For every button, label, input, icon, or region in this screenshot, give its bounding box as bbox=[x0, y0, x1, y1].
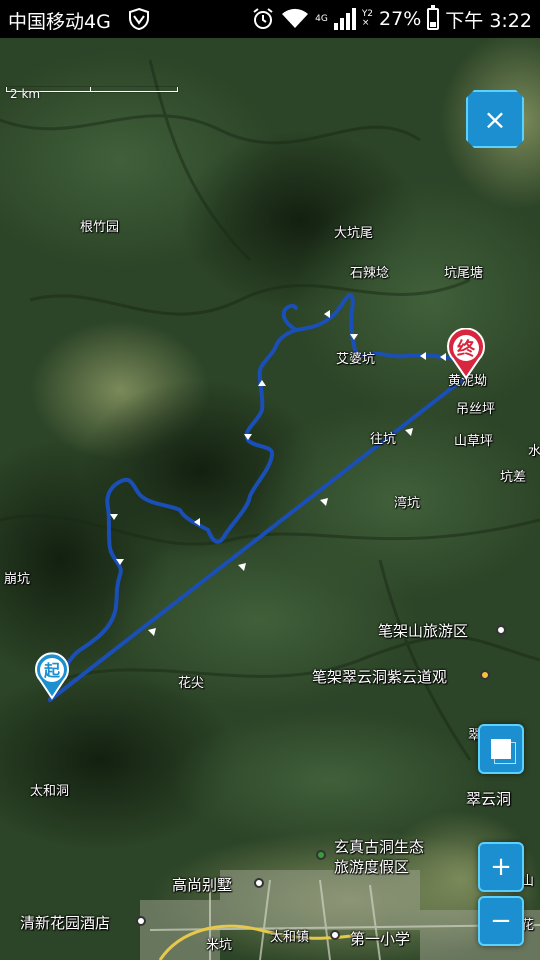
place-label: 花尖 bbox=[178, 676, 205, 691]
place-label: 高尚别墅 bbox=[172, 876, 233, 894]
place-label: 水 bbox=[528, 444, 540, 459]
place-label: 艾婆坑 bbox=[336, 352, 376, 367]
battery-percent: 27% bbox=[379, 8, 422, 30]
sim-indicator: Y2 × bbox=[361, 9, 374, 28]
start-marker-label: 起 bbox=[43, 661, 61, 680]
status-bar: 中国移动4G 4G Y2 × 27% 下午 3:22 bbox=[0, 0, 540, 38]
zoom-out-button[interactable]: − bbox=[478, 896, 524, 946]
poi-icon bbox=[330, 930, 340, 940]
poi-icon bbox=[496, 625, 506, 635]
start-marker[interactable]: 起 bbox=[34, 652, 70, 704]
hotel-icon bbox=[136, 916, 146, 926]
end-pin-icon: 终 bbox=[447, 327, 485, 380]
layers-icon bbox=[491, 739, 516, 764]
place-label: 坑尾塘 bbox=[444, 266, 484, 281]
zoom-in-button[interactable]: + bbox=[478, 842, 524, 892]
shield-icon bbox=[129, 7, 149, 31]
end-marker-label: 终 bbox=[457, 338, 476, 360]
place-label: 湾坑 bbox=[394, 496, 421, 511]
battery-icon bbox=[427, 5, 440, 30]
close-button[interactable]: × bbox=[466, 90, 524, 148]
wifi-icon bbox=[282, 8, 309, 28]
place-label: 太和洞 bbox=[30, 784, 70, 799]
hotel-label: 清新花园酒店 bbox=[20, 914, 111, 932]
scale-bar: 2 km bbox=[6, 82, 178, 101]
satellite-map[interactable]: 2 km 根竹园 大坑尾 石辣埝 坑尾塘 艾婆坑 黄泥坳 吊丝坪 往坑 山草坪 … bbox=[0, 38, 540, 960]
carrier-label: 中国移动4G bbox=[8, 11, 111, 33]
plus-icon: + bbox=[490, 852, 512, 882]
terrain-layer bbox=[0, 38, 540, 960]
place-label: 太和镇 bbox=[270, 930, 310, 945]
signal-icon bbox=[333, 8, 356, 30]
place-label: 往坑 bbox=[370, 432, 397, 447]
alarm-icon bbox=[253, 8, 273, 29]
place-label: 吊丝坪 bbox=[456, 402, 496, 417]
temple-icon bbox=[480, 670, 490, 680]
scenic-area-label: 笔架山旅游区 bbox=[378, 622, 469, 640]
place-label: 翠云洞 bbox=[466, 790, 512, 808]
start-pin-icon: 起 bbox=[35, 652, 69, 700]
close-icon: × bbox=[483, 102, 507, 136]
resort-label: 玄真古洞生态 bbox=[334, 838, 425, 856]
network-type: 4G bbox=[315, 13, 328, 24]
place-label: 石辣埝 bbox=[350, 266, 390, 281]
poi-icon bbox=[254, 878, 264, 888]
place-label: 坑差 bbox=[500, 470, 527, 485]
place-label: 米坑 bbox=[206, 938, 233, 953]
resort-label: 旅游度假区 bbox=[334, 858, 410, 876]
place-label: 崩坑 bbox=[4, 572, 31, 587]
place-label: 山草坪 bbox=[454, 434, 494, 449]
end-marker[interactable]: 终 bbox=[446, 327, 486, 384]
place-label: 大坑尾 bbox=[334, 226, 374, 241]
clock: 下午 3:22 bbox=[445, 9, 532, 32]
scale-label: 2 km bbox=[10, 87, 41, 101]
minus-icon: − bbox=[490, 906, 512, 936]
temple-label: 笔架翠云洞紫云道观 bbox=[312, 668, 448, 686]
park-icon bbox=[316, 850, 326, 860]
school-label: 第一小学 bbox=[350, 930, 411, 948]
place-label: 根竹园 bbox=[80, 220, 120, 235]
layer-toggle-button[interactable] bbox=[478, 724, 524, 774]
